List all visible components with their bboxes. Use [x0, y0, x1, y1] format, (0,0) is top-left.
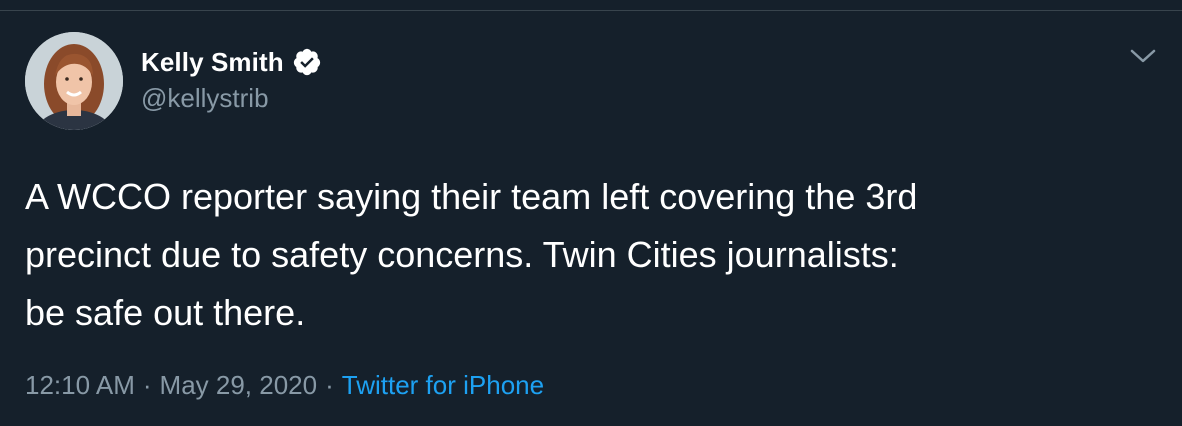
tweet-card: Kelly Smith @kellystrib A WCCO reporter …: [0, 0, 1182, 426]
tweet-text-line: A WCCO reporter saying their team left c…: [25, 176, 918, 217]
tweet-date[interactable]: May 29, 2020: [160, 370, 318, 400]
top-divider: [0, 10, 1182, 11]
avatar[interactable]: [25, 32, 123, 130]
meta-separator: ·: [142, 370, 152, 400]
tweet-text-line: be safe out there.: [25, 292, 306, 333]
chevron-down-icon[interactable]: [1129, 46, 1157, 66]
display-name[interactable]: Kelly Smith: [141, 47, 284, 78]
tweet-text-line: precinct due to safety concerns. Twin Ci…: [25, 234, 899, 275]
verified-badge-icon: [292, 47, 322, 77]
user-handle[interactable]: @kellystrib: [141, 83, 322, 114]
tweet-text: A WCCO reporter saying their team left c…: [25, 168, 1155, 342]
tweet-source-link[interactable]: Twitter for iPhone: [342, 370, 544, 400]
meta-separator: ·: [325, 370, 334, 400]
tweet-time[interactable]: 12:10 AM: [25, 370, 135, 400]
name-row: Kelly Smith: [141, 44, 322, 80]
tweet-header: Kelly Smith @kellystrib: [141, 44, 322, 114]
tweet-meta: 12:10 AM · May 29, 2020 · Twitter for iPhone: [25, 370, 544, 401]
